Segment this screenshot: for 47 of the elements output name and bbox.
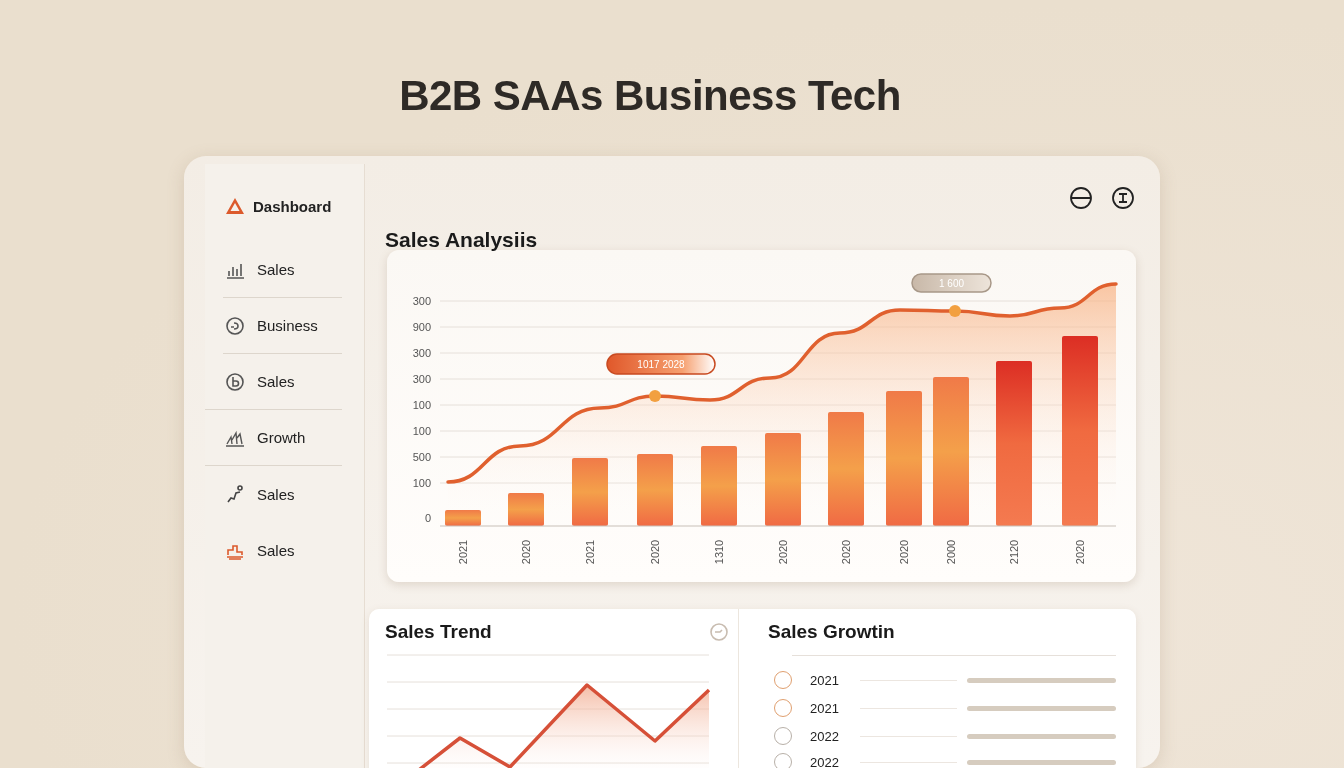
chart-bar	[508, 493, 544, 526]
sidebar-item[interactable]: Sales	[223, 242, 342, 298]
axis-tick-label: 2020	[649, 539, 661, 565]
page-title: B2B SAAs Business Tech	[398, 71, 902, 121]
axis-tick-label: 300	[412, 373, 431, 385]
section-title: Sales Growtin	[768, 621, 896, 643]
axis-tick-label: 2021	[584, 539, 596, 565]
sidebar-item[interactable]: Business	[223, 298, 342, 354]
triangle-icon	[225, 196, 245, 216]
axis-tick-label: 1310	[713, 539, 725, 565]
axis-tick-label: 2020	[520, 539, 532, 565]
line-graph-icon	[225, 484, 245, 504]
year-label: 2022	[810, 728, 840, 744]
sidebar-item[interactable]: Growth	[205, 410, 342, 466]
axis-tick-label: 500	[412, 451, 431, 463]
axis-tick-label: 2020	[777, 539, 789, 565]
year-label: 2021	[810, 700, 840, 716]
data-point	[649, 390, 661, 402]
axis-tick-label: 2020	[840, 539, 852, 565]
data-point	[949, 305, 961, 317]
chart-tooltip: 1 600	[911, 273, 992, 293]
chart-tooltip: 1017 2028	[606, 353, 716, 375]
axis-tick-label: 100	[412, 477, 431, 489]
axis-tick-label: 0	[424, 512, 431, 524]
year-label: 2021	[810, 672, 840, 688]
axis-tick-label: 300	[412, 295, 431, 307]
section-title: Sales Trend	[385, 621, 492, 643]
chart-bar	[445, 510, 481, 526]
section-title: Sales Analysiis	[385, 228, 538, 252]
sidebar-item[interactable]: Sales	[205, 354, 342, 410]
axis-tick-label: 2021	[457, 539, 469, 565]
axis-tick-label: 100	[412, 425, 431, 437]
sidebar-item[interactable]: Dashboard	[205, 194, 364, 218]
axis-tick-label: 100	[412, 399, 431, 411]
sidebar-item[interactable]: Sales	[205, 466, 364, 522]
year-label: 2022	[810, 754, 840, 768]
sidebar-item[interactable]: Sales	[205, 522, 364, 578]
axis-tick-label: 2020	[1074, 539, 1086, 565]
axis-tick-label: 2120	[1008, 539, 1020, 565]
chart-bar	[572, 458, 608, 526]
chart-bar	[637, 454, 673, 526]
minus-circle-icon[interactable]	[1069, 186, 1093, 210]
axis-tick-label: 300	[412, 347, 431, 359]
axis-tick-label: 2000	[945, 539, 957, 565]
circle-icon[interactable]	[1111, 186, 1135, 210]
axis-tick-label: 900	[412, 321, 431, 333]
axis-tick-label: 2020	[898, 539, 910, 565]
